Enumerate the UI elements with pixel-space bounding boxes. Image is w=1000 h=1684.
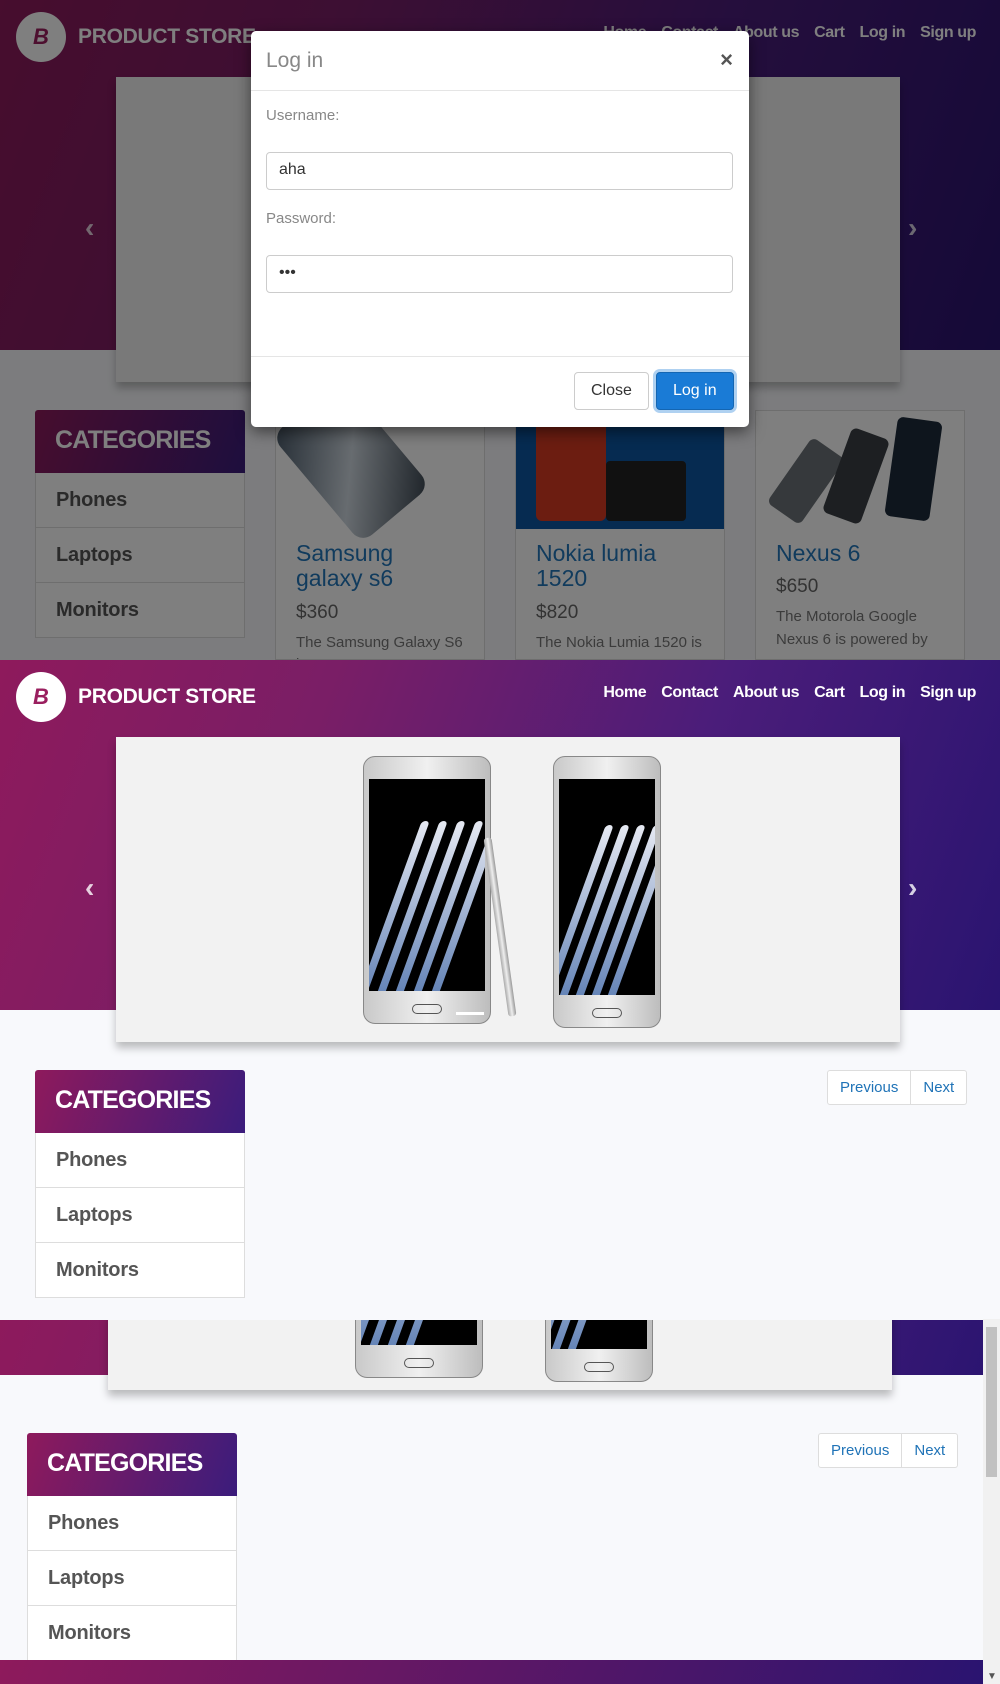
frame-scrolled: CATEGORIES Phones Laptops Monitors Previ… (0, 1320, 1000, 1684)
pagination: Previous Next (827, 1070, 968, 1105)
next-button[interactable]: Next (902, 1433, 959, 1468)
category-phones[interactable]: Phones (35, 1133, 245, 1188)
nav-signup[interactable]: Sign up (920, 684, 976, 702)
footer-band (0, 1660, 983, 1684)
next-button[interactable]: Next (911, 1070, 968, 1105)
username-input[interactable]: aha (266, 152, 733, 190)
nav-contact[interactable]: Contact (661, 684, 718, 702)
scrollbar-thumb[interactable] (986, 1327, 997, 1477)
navbar: B PRODUCT STORE Home Contact About us Ca… (0, 660, 1000, 734)
close-button[interactable]: Close (574, 372, 649, 410)
brand-logo-icon: B (16, 672, 66, 722)
category-monitors[interactable]: Monitors (27, 1606, 237, 1661)
carousel-prev-icon[interactable]: ‹ (85, 872, 94, 904)
scrollbar[interactable]: ▼ (983, 1319, 1000, 1684)
categories-panel: CATEGORIES Phones Laptops Monitors (27, 1433, 237, 1661)
carousel-phone-image[interactable] (545, 1320, 653, 1382)
carousel-phone-image[interactable] (553, 756, 661, 1028)
nav-about[interactable]: About us (733, 684, 800, 702)
scroll-down-icon[interactable]: ▼ (987, 1671, 997, 1682)
previous-button[interactable]: Previous (827, 1070, 912, 1105)
category-monitors[interactable]: Monitors (35, 1243, 245, 1298)
nav-cart[interactable]: Cart (814, 684, 845, 702)
nav-home[interactable]: Home (603, 684, 646, 702)
carousel-next-icon[interactable]: › (908, 872, 917, 904)
nav-links: Home Contact About us Cart Log in Sign u… (603, 684, 976, 702)
carousel (116, 737, 900, 1042)
category-phones[interactable]: Phones (27, 1496, 237, 1551)
brand[interactable]: B PRODUCT STORE (16, 672, 256, 722)
password-input[interactable]: ••• (266, 255, 733, 293)
pagination: Previous Next (818, 1433, 959, 1468)
carousel-phone-image[interactable] (363, 756, 491, 1024)
frame-login-modal: B PRODUCT STORE Home Contact About us Ca… (0, 0, 1000, 660)
login-button[interactable]: Log in (656, 372, 734, 410)
password-label: Password: (266, 210, 337, 227)
categories-header[interactable]: CATEGORIES (35, 1070, 245, 1133)
brand-name: PRODUCT STORE (78, 685, 256, 708)
close-icon[interactable]: × (720, 47, 733, 73)
username-label: Username: (266, 107, 340, 124)
categories-header[interactable]: CATEGORIES (27, 1433, 237, 1496)
modal-body: Username: aha Password: ••• (251, 91, 749, 388)
categories-panel: CATEGORIES Phones Laptops Monitors (35, 1070, 245, 1298)
carousel (108, 1320, 892, 1390)
carousel-indicator[interactable] (456, 1012, 484, 1015)
modal-footer: Close Log in (251, 356, 749, 427)
category-laptops[interactable]: Laptops (35, 1188, 245, 1243)
carousel-phone-image[interactable] (355, 1320, 483, 1378)
modal-title: Log in (266, 49, 324, 72)
modal-header: Log in × (251, 31, 749, 91)
frame-home: B PRODUCT STORE Home Contact About us Ca… (0, 660, 1000, 1320)
login-modal: Log in × Username: aha Password: ••• Clo… (251, 31, 749, 427)
nav-login[interactable]: Log in (860, 684, 906, 702)
category-laptops[interactable]: Laptops (27, 1551, 237, 1606)
previous-button[interactable]: Previous (818, 1433, 903, 1468)
